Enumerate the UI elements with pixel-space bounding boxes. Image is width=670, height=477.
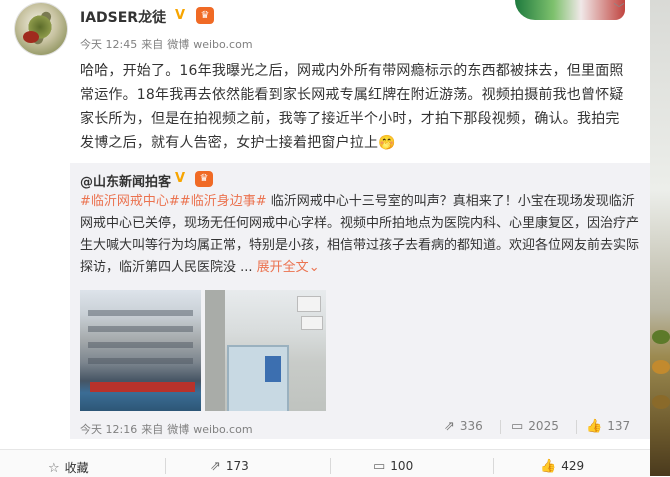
topic-link[interactable]: #临沂身边事#: [180, 194, 267, 209]
repost-meta: 今天 12:16 来自 微博 weibo.com: [80, 421, 257, 437]
post-time[interactable]: 今天 12:45: [80, 38, 137, 51]
divider: [500, 420, 501, 434]
repost-source-site[interactable]: weibo.com: [193, 423, 252, 436]
repost-comment-count: 2025: [528, 419, 559, 433]
repost-repost-count: 336: [459, 419, 483, 433]
like-count: 429: [561, 459, 585, 473]
background-scenery: [650, 0, 670, 476]
favorite-button[interactable]: ☆ 收藏: [48, 459, 89, 476]
repost-image-2[interactable]: [205, 290, 326, 411]
member-badge[interactable]: ♛: [196, 7, 214, 24]
repost-button[interactable]: ⇗ 173: [210, 459, 249, 474]
divider: [576, 420, 577, 434]
repost-comment-button[interactable]: ▭ 2025: [511, 419, 559, 434]
star-icon: ☆: [48, 461, 60, 476]
repost-author-name[interactable]: @山东新闻拍客: [80, 171, 171, 190]
comment-icon: ▭: [373, 459, 386, 474]
repost-count: 173: [225, 459, 249, 473]
repost-member-badge[interactable]: ♛: [195, 171, 213, 187]
comment-button[interactable]: ▭ 100: [373, 459, 413, 474]
comment-icon: ▭: [511, 419, 524, 434]
repost-icon: ⇗: [210, 459, 221, 474]
post-author-name[interactable]: IADSER龙徒: [80, 7, 166, 27]
divider: [165, 458, 166, 474]
repost-verified-badge[interactable]: V: [175, 171, 185, 186]
repost-image-1[interactable]: [80, 290, 201, 411]
repost-text: #临沂网戒中心##临沂身边事# 临沂网戒中心十三号室的叫声？真相来了！小宝在现场…: [80, 191, 640, 279]
favorite-label: 收藏: [64, 461, 89, 475]
post-source-site[interactable]: weibo.com: [193, 38, 252, 51]
chevron-down-icon[interactable]: ﹀: [612, 3, 626, 15]
repost-source-prefix: 来自: [141, 423, 164, 436]
repost-icon: ⇗: [444, 419, 455, 434]
post-source-app[interactable]: 微博: [167, 38, 189, 51]
avatar[interactable]: [15, 3, 67, 55]
repost-like-button[interactable]: 👍 137: [586, 419, 630, 434]
like-icon: 👍: [540, 459, 557, 474]
post-source-prefix: 来自: [141, 38, 164, 51]
repost-source-app[interactable]: 微博: [167, 423, 189, 436]
like-icon: 👍: [586, 419, 603, 434]
topic-link[interactable]: #临沂网戒中心#: [80, 194, 180, 209]
comment-count: 100: [390, 459, 414, 473]
divider: [493, 458, 494, 474]
decorative-banner-image: [515, 0, 625, 20]
divider: [330, 458, 331, 474]
like-button[interactable]: 👍 429: [540, 459, 584, 474]
repost-repost-button[interactable]: ⇗ 336: [444, 419, 483, 434]
post-meta: 今天 12:45 来自 微博 weibo.com: [80, 36, 257, 52]
chevron-down-icon: ⌄: [308, 260, 320, 275]
repost-time[interactable]: 今天 12:16: [80, 423, 137, 436]
expand-full-text-link[interactable]: 展开全文⌄: [257, 260, 320, 275]
emoji-icon: 🤭: [378, 135, 396, 151]
post-text: 哈哈，开始了。16年我曝光之后，网戒内外所有带网瘾标示的东西都被抹去，但里面照常…: [80, 59, 630, 155]
repost-like-count: 137: [607, 419, 631, 433]
verified-badge[interactable]: V: [175, 8, 185, 23]
post-body: 哈哈，开始了。16年我曝光之后，网戒内外所有带网瘾标示的东西都被抹去，但里面照常…: [80, 63, 624, 151]
